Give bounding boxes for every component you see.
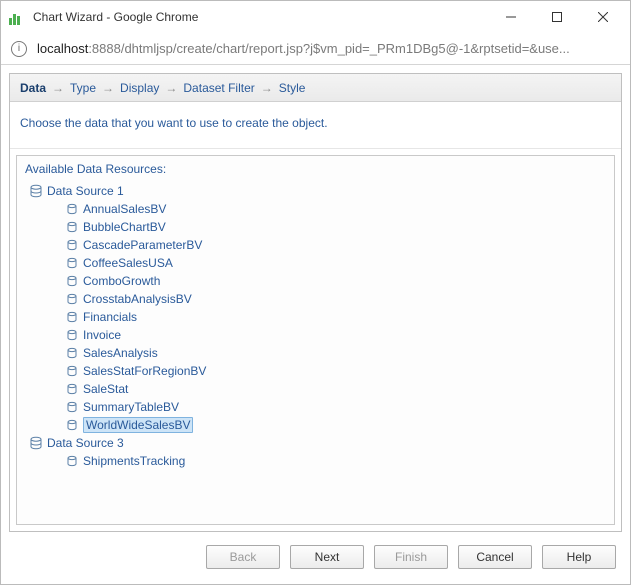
crumb-display[interactable]: Display [120,81,159,95]
resource-item[interactable]: Invoice [21,326,610,344]
crumb-dataset-filter[interactable]: Dataset Filter [183,81,254,95]
resource-item[interactable]: ShipmentsTracking [21,452,610,470]
cancel-button[interactable]: Cancel [458,545,532,569]
data-source-node[interactable]: Data Source 3 [21,434,610,452]
resource-item-label: CrosstabAnalysisBV [83,292,192,306]
dataset-icon [65,328,79,342]
wizard-buttons: Back Next Finish Cancel Help [9,538,622,576]
database-icon [29,184,43,198]
dataset-icon [65,418,79,432]
crumb-style[interactable]: Style [279,81,306,95]
window-title: Chart Wizard - Google Chrome [33,10,488,24]
address-host: localhost [37,41,88,56]
help-button[interactable]: Help [542,545,616,569]
resource-item[interactable]: Financials [21,308,610,326]
dataset-icon [65,256,79,270]
chevron-right-icon: → [52,81,64,95]
resource-item-label: WorldWideSalesBV [83,417,193,433]
resource-item[interactable]: ComboGrowth [21,272,610,290]
dataset-icon [65,220,79,234]
resource-item-label: SummaryTableBV [83,400,179,414]
minimize-button[interactable] [488,2,534,32]
address-path: :8888/dhtmljsp/create/chart/report.jsp?j… [88,41,569,56]
resource-item-label: SalesAnalysis [83,346,158,360]
chevron-right-icon: → [261,81,273,95]
resource-item[interactable]: SalesStatForRegionBV [21,362,610,380]
resource-item-label: Invoice [83,328,121,342]
close-button[interactable] [580,2,626,32]
dataset-icon [65,202,79,216]
resource-item[interactable]: CascadeParameterBV [21,236,610,254]
data-source-label: Data Source 3 [47,436,124,450]
resource-item[interactable]: BubbleChartBV [21,218,610,236]
resource-item[interactable]: SalesAnalysis [21,344,610,362]
resource-item-label: SaleStat [83,382,128,396]
dataset-icon [65,292,79,306]
resource-item[interactable]: AnnualSalesBV [21,200,610,218]
dataset-icon [65,238,79,252]
resources-panel: Available Data Resources: Data Source 1 A… [16,155,615,525]
resources-tree[interactable]: Data Source 1 AnnualSalesBV BubbleChartBV C… [17,180,614,524]
resource-item-label: AnnualSalesBV [83,202,166,216]
resource-item-label: Financials [83,310,137,324]
chevron-right-icon: → [165,81,177,95]
resource-item-label: BubbleChartBV [83,220,166,234]
chart-app-icon [9,9,25,25]
back-button[interactable]: Back [206,545,280,569]
dataset-icon [65,400,79,414]
resource-item-label: ShipmentsTracking [83,454,185,468]
dataset-icon [65,274,79,288]
resource-item[interactable]: SaleStat [21,380,610,398]
next-button[interactable]: Next [290,545,364,569]
maximize-button[interactable] [534,2,580,32]
resource-item-label: SalesStatForRegionBV [83,364,206,378]
window-titlebar: Chart Wizard - Google Chrome [1,1,630,33]
finish-button[interactable]: Finish [374,545,448,569]
resource-item[interactable]: WorldWideSalesBV [21,416,610,434]
crumb-data[interactable]: Data [20,81,46,95]
resource-item-label: CascadeParameterBV [83,238,202,252]
resources-title: Available Data Resources: [17,156,614,180]
resource-item[interactable]: SummaryTableBV [21,398,610,416]
resource-item-label: CoffeeSalesUSA [83,256,173,270]
resource-item-label: ComboGrowth [83,274,160,288]
site-info-icon[interactable]: i [11,41,27,57]
dataset-icon [65,454,79,468]
dataset-icon [65,346,79,360]
resource-item[interactable]: CoffeeSalesUSA [21,254,610,272]
dataset-icon [65,364,79,378]
dataset-icon [65,310,79,324]
dataset-icon [65,382,79,396]
crumb-type[interactable]: Type [70,81,96,95]
data-source-node[interactable]: Data Source 1 [21,182,610,200]
address-bar[interactable]: i localhost:8888/dhtmljsp/create/chart/r… [1,33,630,65]
instruction-text: Choose the data that you want to use to … [10,102,621,149]
database-icon [29,436,43,450]
data-source-label: Data Source 1 [47,184,124,198]
chevron-right-icon: → [102,81,114,95]
resource-item[interactable]: CrosstabAnalysisBV [21,290,610,308]
breadcrumb: Data → Type → Display → Dataset Filter → Style [10,74,621,102]
